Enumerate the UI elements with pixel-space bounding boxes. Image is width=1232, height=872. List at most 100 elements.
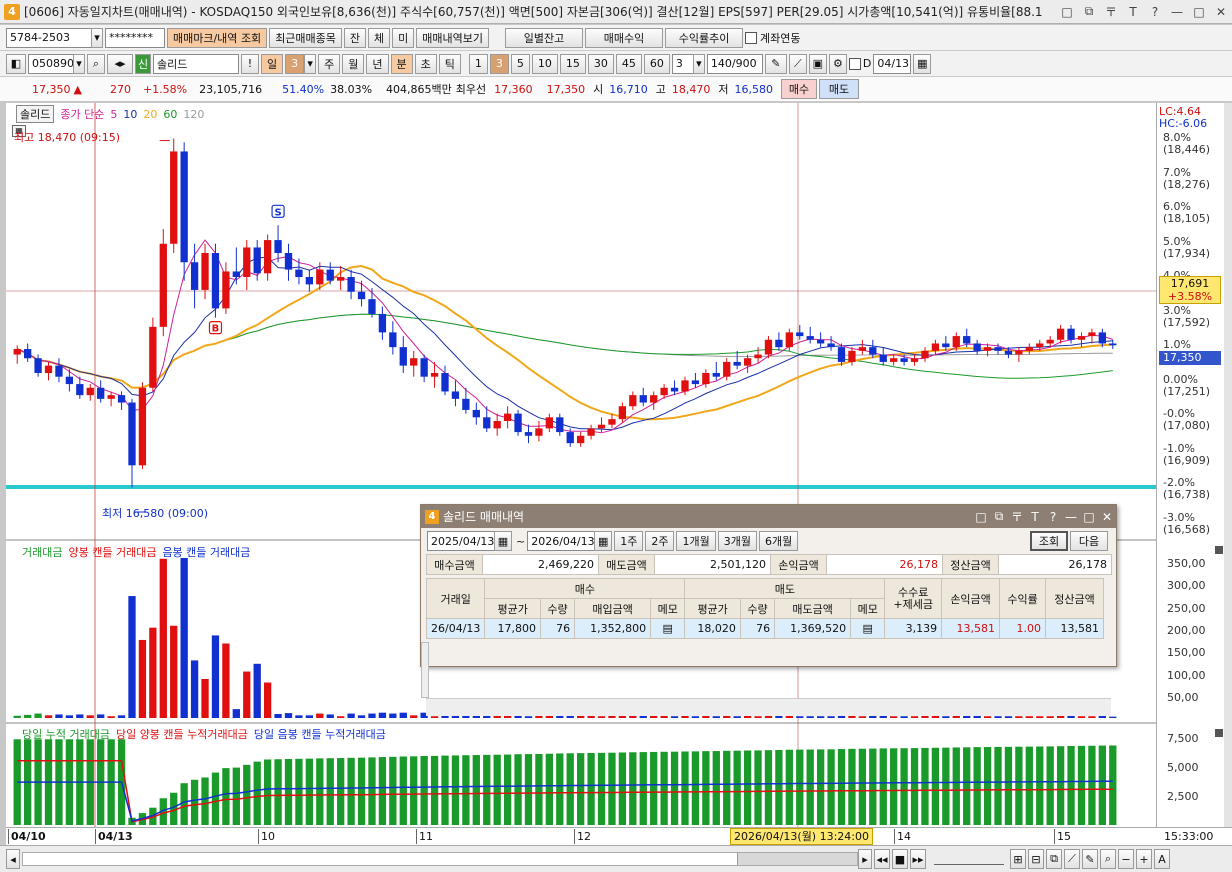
account-dropdown-icon[interactable]: ▾ [91, 27, 103, 48]
period-day-count[interactable]: 3 [285, 53, 305, 74]
scroll-left-icon[interactable]: ◂ [6, 849, 20, 869]
view-trades-button[interactable]: 매매내역보기 [416, 27, 490, 48]
chart-canvas[interactable]: BS [6, 103, 1156, 827]
dialog-maximize-button[interactable]: □ [1080, 510, 1098, 524]
range-1-week[interactable]: 1주 [614, 531, 644, 551]
minute-10[interactable]: 10 [531, 53, 558, 74]
period-week[interactable]: 주 [318, 53, 341, 74]
cum-panel-close-icon[interactable] [1215, 729, 1223, 737]
panel-toggle-icon[interactable]: ◧ [6, 53, 26, 74]
sell-memo-icon[interactable]: ▤ [850, 618, 886, 639]
dialog-dock-icon[interactable]: □ [972, 510, 990, 524]
minute-5[interactable]: 5 [510, 53, 530, 74]
layout-icon[interactable]: ⊞ [1010, 849, 1026, 869]
period-year[interactable]: 년 [366, 53, 389, 74]
legend-stock-name[interactable]: 솔리드 [16, 105, 55, 123]
date-to-calendar-icon[interactable]: ▦ [594, 531, 613, 551]
dialog-query-button[interactable]: 조회 [1030, 531, 1068, 551]
interval-dropdown-icon[interactable]: ▾ [692, 53, 705, 74]
stop-icon[interactable]: ■ [892, 849, 908, 869]
window-minimize-button[interactable]: — [1166, 5, 1188, 19]
window-pin-icon[interactable]: 〒 [1100, 3, 1122, 20]
buy-memo-icon[interactable]: ▤ [650, 618, 686, 639]
date-from-calendar-icon[interactable]: ▦ [494, 531, 512, 551]
gear-icon[interactable]: ⚙ [828, 53, 847, 74]
window-maximize-button[interactable]: □ [1188, 5, 1210, 19]
dialog-help-icon[interactable]: ? [1044, 510, 1062, 524]
calendar-icon[interactable]: ▦ [913, 53, 932, 74]
buy-button[interactable]: 매수 [781, 79, 818, 99]
zoom-in-icon[interactable]: + [1136, 849, 1152, 869]
trendline-icon[interactable]: ⟋ [788, 53, 807, 74]
sell-button[interactable]: 매도 [819, 79, 860, 99]
password-input[interactable]: ******** [105, 27, 165, 48]
scroll-right-icon[interactable]: ▸ [858, 849, 872, 869]
range-3-months[interactable]: 3개월 [717, 531, 757, 551]
table-vertical-scrollbar[interactable] [421, 642, 429, 698]
return-trend-button[interactable]: 수익률추이 [665, 27, 744, 48]
period-dropdown-icon[interactable]: ▾ [304, 53, 317, 74]
window-font-icon[interactable]: T [1122, 5, 1144, 19]
minute-45[interactable]: 45 [615, 53, 642, 74]
range-6-months[interactable]: 6개월 [758, 531, 799, 551]
date-to-input[interactable]: 2026/04/13 [527, 531, 596, 551]
account-select[interactable]: 5784-2503 [6, 27, 92, 48]
tools-icon[interactable]: ✎ [764, 53, 787, 74]
recent-trades-button[interactable]: 최근매매종목 [269, 27, 342, 48]
tab-balance[interactable]: 잔 [343, 27, 367, 48]
compare-icon[interactable]: ⧉ [1046, 849, 1062, 869]
date-input[interactable]: 04/13 [873, 53, 912, 74]
save-icon[interactable]: ▣ [808, 53, 827, 74]
minute-3[interactable]: 3 [489, 53, 509, 74]
search-icon[interactable]: ⌕ [87, 53, 105, 74]
right-scroll-strip[interactable] [1224, 103, 1232, 827]
window-dock-icon[interactable]: □ [1056, 5, 1078, 19]
chart-area[interactable]: BS 솔리드 종가 단순 5 10 20 60 120 ▦ 최고 18,470 … [6, 103, 1156, 827]
period-month[interactable]: 월 [342, 53, 365, 74]
minute-60[interactable]: 60 [643, 53, 670, 74]
zoom-out-icon[interactable]: − [1118, 849, 1134, 869]
minute-30[interactable]: 30 [587, 53, 614, 74]
magnify-icon[interactable]: ⌕ [1100, 849, 1116, 869]
dialog-font-icon[interactable]: T [1026, 510, 1044, 524]
date-checkbox[interactable] [848, 57, 861, 70]
line-tool-icon[interactable]: ⟋ [1064, 849, 1080, 869]
range-2-weeks[interactable]: 2주 [645, 531, 675, 551]
dialog-copy-icon[interactable]: ⧉ [990, 509, 1008, 524]
stock-name-field[interactable]: 솔리드 [153, 53, 239, 74]
zoom-slider[interactable] [934, 853, 1004, 865]
stock-code-input[interactable]: 050890 [28, 53, 74, 74]
dialog-close-button[interactable]: ✕ [1098, 510, 1116, 524]
scroll-thumb[interactable] [737, 853, 857, 865]
period-second[interactable]: 초 [414, 53, 437, 74]
minute-15[interactable]: 15 [559, 53, 586, 74]
split-icon[interactable]: ⊟ [1028, 849, 1044, 869]
count-input[interactable]: 140/900 [706, 53, 763, 74]
minute-1[interactable]: 1 [468, 53, 488, 74]
period-minute[interactable]: 분 [390, 53, 413, 74]
dialog-minimize-button[interactable]: — [1062, 510, 1080, 524]
draw-icon[interactable]: ✎ [1082, 849, 1098, 869]
font-size-icon[interactable]: A [1154, 849, 1170, 869]
rewind-icon[interactable]: ◂◂ [874, 849, 890, 869]
account-link-checkbox[interactable] [745, 31, 758, 44]
window-close-button[interactable]: ✕ [1210, 5, 1232, 19]
alert-icon[interactable]: ! [241, 53, 259, 74]
period-day[interactable]: 일 [261, 53, 284, 74]
range-1-month[interactable]: 1개월 [676, 531, 716, 551]
window-copy-icon[interactable]: ⧉ [1078, 4, 1100, 19]
speaker-icon[interactable]: ◂▸ [107, 53, 133, 74]
tab-filled[interactable]: 체 [368, 27, 391, 48]
horizontal-scrollbar[interactable] [22, 852, 858, 866]
daily-balance-button[interactable]: 일별잔고 [505, 27, 584, 48]
code-dropdown-icon[interactable]: ▾ [73, 53, 85, 74]
volume-panel-close-icon[interactable] [1215, 546, 1223, 554]
dialog-next-button[interactable]: 다음 [1070, 531, 1108, 551]
dialog-pin-icon[interactable]: 〒 [1008, 508, 1026, 525]
forward-icon[interactable]: ▸▸ [910, 849, 926, 869]
trade-profit-button[interactable]: 매매수익 [585, 27, 664, 48]
tab-unfilled[interactable]: 미 [392, 27, 415, 48]
period-tick[interactable]: 틱 [438, 53, 461, 74]
window-help-icon[interactable]: ? [1144, 5, 1166, 19]
interval-input[interactable]: 3 [671, 53, 694, 74]
